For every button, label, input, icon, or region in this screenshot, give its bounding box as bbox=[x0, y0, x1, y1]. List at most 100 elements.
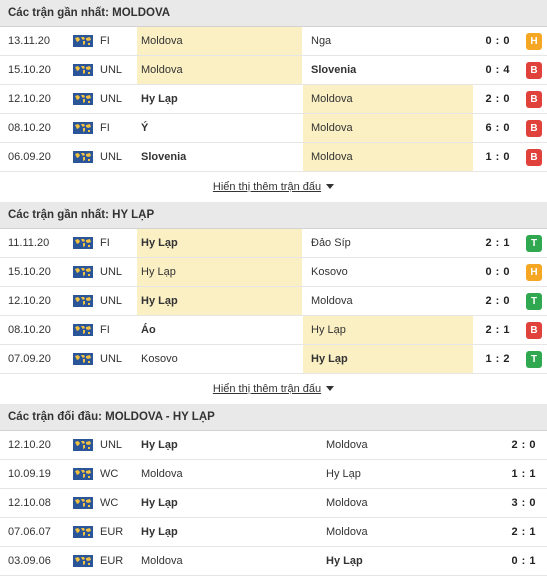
score[interactable]: 0 : 0 bbox=[474, 27, 510, 55]
competition: UNL bbox=[100, 295, 123, 307]
section-title: Các trận gần nhất: MOLDOVA bbox=[0, 0, 547, 27]
away-team[interactable]: Hy Lạp bbox=[318, 460, 478, 488]
score[interactable]: 3 : 0 bbox=[476, 489, 536, 517]
match-date: 06.09.20 bbox=[8, 151, 51, 163]
world-map-icon bbox=[73, 237, 93, 249]
match-row[interactable]: 12.10.20 UNL Hy Lạp Moldova 2 : 0 B bbox=[0, 85, 547, 114]
result-badge: T bbox=[526, 351, 542, 368]
home-team[interactable]: Hy Lạp bbox=[137, 85, 302, 113]
match-row[interactable]: 11.11.20 FI Hy Lạp Đảo Síp 2 : 1 T bbox=[0, 229, 547, 258]
world-map-icon bbox=[73, 439, 93, 451]
score[interactable]: 0 : 4 bbox=[474, 56, 510, 84]
world-map-icon bbox=[73, 468, 93, 480]
world-map-icon bbox=[73, 93, 93, 105]
world-map-icon bbox=[73, 324, 93, 336]
match-row[interactable]: 06.09.20 UNL Slovenia Moldova 1 : 0 B bbox=[0, 143, 547, 172]
away-team[interactable]: Moldova bbox=[303, 143, 473, 171]
away-team[interactable]: Hy Lạp bbox=[318, 547, 478, 575]
home-team[interactable]: Moldova bbox=[137, 460, 322, 488]
match-date: 08.10.20 bbox=[8, 324, 51, 336]
match-row[interactable]: 03.09.06 EUR Moldova Hy Lạp 0 : 1 bbox=[0, 547, 547, 576]
result-badge: B bbox=[526, 120, 542, 137]
competition: UNL bbox=[100, 353, 123, 365]
score[interactable]: 2 : 1 bbox=[474, 229, 510, 257]
show-more-link[interactable]: Hiển thị thêm trận đấu bbox=[0, 172, 547, 202]
home-team[interactable]: Moldova bbox=[137, 547, 322, 575]
away-team[interactable]: Nga bbox=[303, 27, 473, 55]
match-row[interactable]: 10.09.19 WC Moldova Hy Lạp 1 : 1 bbox=[0, 460, 547, 489]
score[interactable]: 1 : 2 bbox=[474, 345, 510, 373]
away-team[interactable]: Moldova bbox=[318, 518, 478, 546]
match-date: 03.09.06 bbox=[8, 555, 51, 567]
competition: FI bbox=[100, 35, 110, 47]
world-map-icon bbox=[73, 266, 93, 278]
score[interactable]: 0 : 1 bbox=[476, 547, 536, 575]
score[interactable]: 2 : 1 bbox=[476, 518, 536, 546]
away-team[interactable]: Moldova bbox=[303, 85, 473, 113]
home-team[interactable]: Slovenia bbox=[137, 143, 302, 171]
world-map-icon bbox=[73, 555, 93, 567]
home-team[interactable]: Hy Lạp bbox=[137, 258, 302, 286]
match-row[interactable]: 12.10.20 UNL Hy Lạp Moldova 2 : 0 T bbox=[0, 287, 547, 316]
away-team[interactable]: Hy Lạp bbox=[303, 345, 473, 373]
home-team[interactable]: Kosovo bbox=[137, 345, 302, 373]
match-date: 12.10.08 bbox=[8, 497, 51, 509]
score[interactable]: 2 : 0 bbox=[476, 431, 536, 459]
competition: FI bbox=[100, 122, 110, 134]
score[interactable]: 6 : 0 bbox=[474, 114, 510, 142]
match-row[interactable]: 08.10.20 FI Áo Hy Lạp 2 : 1 B bbox=[0, 316, 547, 345]
world-map-icon bbox=[73, 151, 93, 163]
competition: UNL bbox=[100, 439, 123, 451]
home-team[interactable]: Moldova bbox=[137, 56, 302, 84]
score[interactable]: 2 : 0 bbox=[474, 85, 510, 113]
match-date: 12.10.20 bbox=[8, 93, 51, 105]
score[interactable]: 2 : 1 bbox=[474, 316, 510, 344]
away-team[interactable]: Đảo Síp bbox=[303, 229, 473, 257]
world-map-icon bbox=[73, 295, 93, 307]
caret-down-icon[interactable] bbox=[326, 184, 335, 189]
world-map-icon bbox=[73, 64, 93, 76]
competition: WC bbox=[100, 497, 119, 509]
away-team[interactable]: Moldova bbox=[318, 431, 478, 459]
away-team[interactable]: Hy Lạp bbox=[303, 316, 473, 344]
match-row[interactable]: 08.10.20 FI Ý Moldova 6 : 0 B bbox=[0, 114, 547, 143]
home-team[interactable]: Áo bbox=[137, 316, 302, 344]
score[interactable]: 0 : 0 bbox=[474, 258, 510, 286]
away-team[interactable]: Moldova bbox=[303, 114, 473, 142]
competition: WC bbox=[100, 468, 119, 480]
away-team[interactable]: Kosovo bbox=[303, 258, 473, 286]
home-team[interactable]: Hy Lạp bbox=[137, 518, 322, 546]
away-team[interactable]: Moldova bbox=[318, 489, 478, 517]
result-badge: B bbox=[526, 322, 542, 339]
competition: UNL bbox=[100, 151, 123, 163]
match-row[interactable]: 12.10.08 WC Hy Lạp Moldova 3 : 0 bbox=[0, 489, 547, 518]
score[interactable]: 1 : 1 bbox=[476, 460, 536, 488]
home-team[interactable]: Hy Lạp bbox=[137, 489, 322, 517]
match-row[interactable]: 15.10.20 UNL Hy Lạp Kosovo 0 : 0 H bbox=[0, 258, 547, 287]
match-date: 10.09.19 bbox=[8, 468, 51, 480]
caret-down-icon[interactable] bbox=[326, 386, 335, 391]
match-date: 11.11.20 bbox=[8, 237, 50, 249]
show-more-label[interactable]: Hiển thị thêm trận đấu bbox=[213, 181, 321, 193]
score[interactable]: 2 : 0 bbox=[474, 287, 510, 315]
match-row[interactable]: 07.06.07 EUR Hy Lạp Moldova 2 : 1 bbox=[0, 518, 547, 547]
match-row[interactable]: 13.11.20 FI Moldova Nga 0 : 0 H bbox=[0, 27, 547, 56]
away-team[interactable]: Moldova bbox=[303, 287, 473, 315]
show-more-label[interactable]: Hiển thị thêm trận đấu bbox=[213, 383, 321, 395]
match-row[interactable]: 15.10.20 UNL Moldova Slovenia 0 : 4 B bbox=[0, 56, 547, 85]
show-more-link[interactable]: Hiển thị thêm trận đấu bbox=[0, 374, 547, 404]
home-team[interactable]: Hy Lạp bbox=[137, 431, 322, 459]
match-date: 13.11.20 bbox=[8, 35, 51, 47]
score[interactable]: 1 : 0 bbox=[474, 143, 510, 171]
competition: UNL bbox=[100, 266, 123, 278]
result-badge: B bbox=[526, 91, 542, 108]
section-recent-greece: Các trận gần nhất: HY LẠP 11.11.20 FI Hy… bbox=[0, 202, 547, 404]
home-team[interactable]: Hy Lạp bbox=[137, 229, 302, 257]
away-team[interactable]: Slovenia bbox=[303, 56, 473, 84]
home-team[interactable]: Moldova bbox=[137, 27, 302, 55]
home-team[interactable]: Hy Lạp bbox=[137, 287, 302, 315]
match-date: 12.10.20 bbox=[8, 295, 51, 307]
match-row[interactable]: 12.10.20 UNL Hy Lạp Moldova 2 : 0 bbox=[0, 431, 547, 460]
home-team[interactable]: Ý bbox=[137, 114, 302, 142]
match-row[interactable]: 07.09.20 UNL Kosovo Hy Lạp 1 : 2 T bbox=[0, 345, 547, 374]
